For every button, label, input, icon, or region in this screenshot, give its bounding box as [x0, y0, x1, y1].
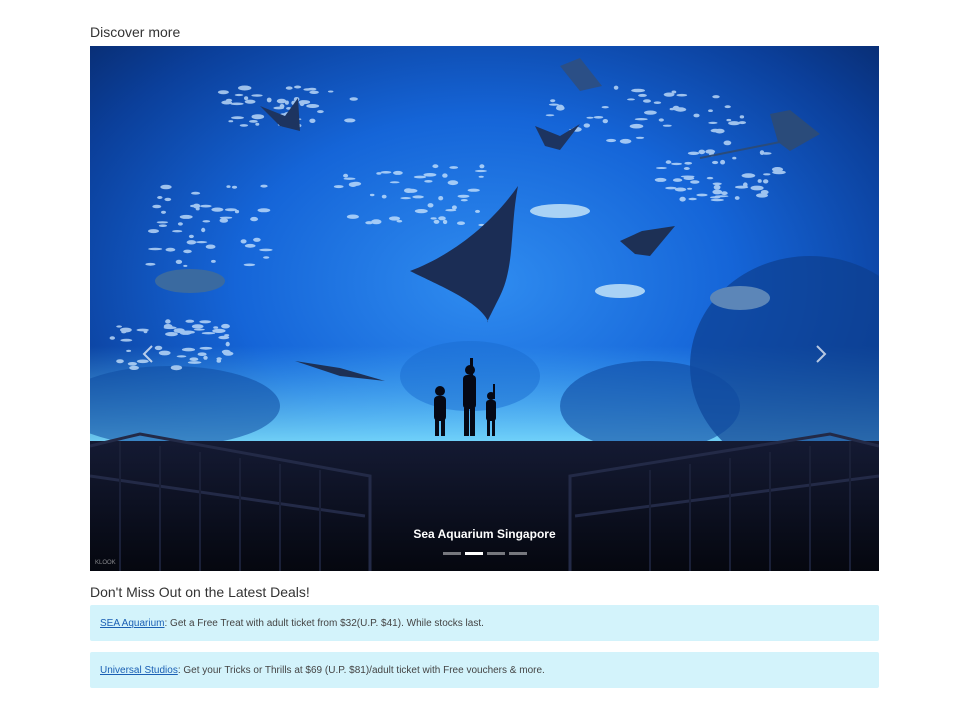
deal-banner: SEA Aquarium: Get a Free Treat with adul…: [90, 605, 879, 641]
carousel-next-button[interactable]: [809, 340, 833, 368]
chevron-right-icon: [816, 345, 827, 363]
carousel-indicator-active[interactable]: [464, 552, 483, 555]
carousel-prev-button[interactable]: [136, 340, 160, 368]
carousel-indicator[interactable]: [508, 552, 527, 555]
page: Discover more Sea Aquarium Singapore KLO…: [0, 0, 974, 716]
discover-more-heading: Discover more: [90, 24, 181, 40]
image-watermark: KLOOK: [95, 560, 116, 566]
deal-banner: Universal Studios: Get your Tricks or Th…: [90, 652, 879, 688]
carousel-indicators: [90, 552, 879, 555]
deals-heading: Don't Miss Out on the Latest Deals!: [90, 584, 310, 600]
deal-description: : Get a Free Treat with adult ticket fro…: [164, 617, 484, 629]
chevron-left-icon: [142, 345, 153, 363]
deal-description: : Get your Tricks or Thrills at $69 (U.P…: [177, 664, 545, 676]
deal-text: SEA Aquarium: Get a Free Treat with adul…: [100, 618, 484, 629]
deal-text: Universal Studios: Get your Tricks or Th…: [100, 665, 545, 676]
universal-studios-link[interactable]: Universal Studios: [100, 665, 178, 676]
sea-aquarium-link[interactable]: SEA Aquarium: [100, 618, 164, 629]
carousel-indicator[interactable]: [486, 552, 505, 555]
image-carousel[interactable]: Sea Aquarium Singapore KLOOK: [90, 46, 879, 571]
slide-caption: Sea Aquarium Singapore: [413, 527, 556, 541]
carousel-indicator[interactable]: [442, 552, 461, 555]
aquarium-slide-image: [90, 46, 879, 571]
